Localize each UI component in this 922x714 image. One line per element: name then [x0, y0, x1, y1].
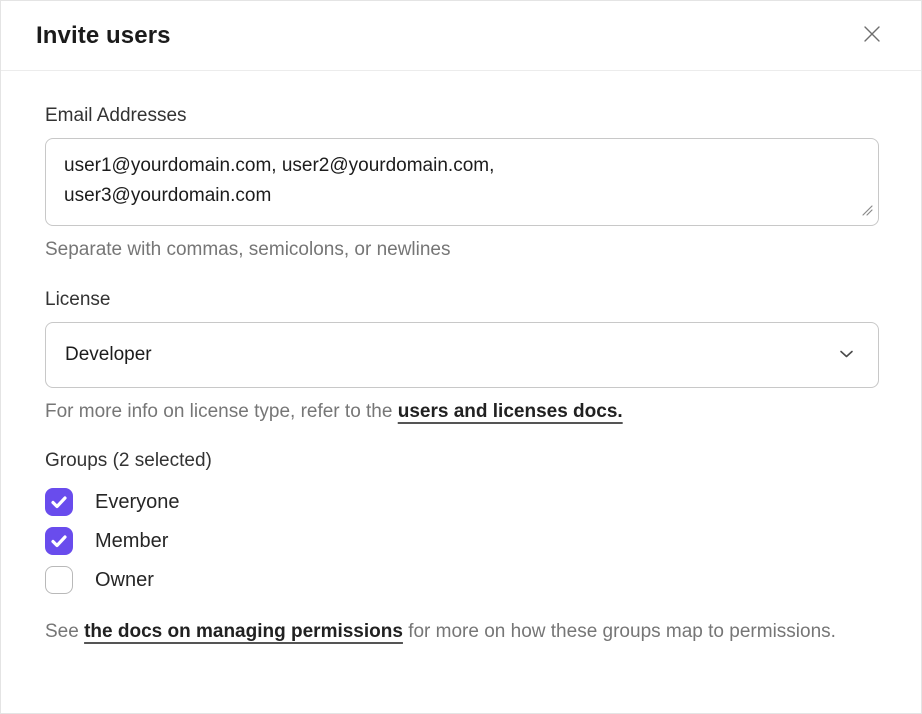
- modal-header: Invite users: [1, 1, 921, 71]
- groups-label: Groups (2 selected): [45, 450, 877, 472]
- check-icon: [51, 496, 67, 509]
- email-addresses-label: Email Addresses: [45, 105, 877, 127]
- license-selected-value: Developer: [65, 344, 152, 366]
- license-select[interactable]: Developer: [45, 322, 879, 388]
- group-rows: Everyone Member Owner: [45, 488, 877, 594]
- member-checkbox[interactable]: [45, 527, 73, 555]
- invite-users-modal: Invite users Email Addresses user1@yourd…: [0, 0, 922, 714]
- footnote-text: See: [45, 621, 84, 642]
- group-row-member: Member: [45, 527, 877, 555]
- modal-body: Email Addresses user1@yourdomain.com, us…: [1, 71, 921, 646]
- footnote-text-suffix: for more on how these groups map to perm…: [403, 621, 836, 642]
- page-title: Invite users: [36, 22, 171, 50]
- license-label: License: [45, 289, 877, 311]
- owner-checkbox-label: Owner: [95, 569, 154, 592]
- check-icon: [51, 535, 67, 548]
- everyone-checkbox[interactable]: [45, 488, 73, 516]
- permissions-footnote: See the docs on managing permissions for…: [45, 617, 877, 646]
- chevron-down-icon: [839, 346, 854, 364]
- email-addresses-input[interactable]: user1@yourdomain.com, user2@yourdomain.c…: [45, 138, 879, 226]
- managing-permissions-docs-link[interactable]: the docs on managing permissions: [84, 621, 403, 642]
- email-textarea-wrap: user1@yourdomain.com, user2@yourdomain.c…: [45, 138, 877, 226]
- license-hint-text: For more info on license type, refer to …: [45, 401, 398, 422]
- group-row-everyone: Everyone: [45, 488, 877, 516]
- everyone-checkbox-label: Everyone: [95, 491, 180, 514]
- owner-checkbox[interactable]: [45, 566, 73, 594]
- member-checkbox-label: Member: [95, 530, 168, 553]
- users-and-licenses-docs-link[interactable]: users and licenses docs.: [398, 401, 623, 422]
- close-button[interactable]: [855, 19, 889, 53]
- close-icon: [860, 22, 884, 49]
- group-row-owner: Owner: [45, 566, 877, 594]
- email-hint: Separate with commas, semicolons, or new…: [45, 239, 877, 261]
- license-hint: For more info on license type, refer to …: [45, 401, 877, 423]
